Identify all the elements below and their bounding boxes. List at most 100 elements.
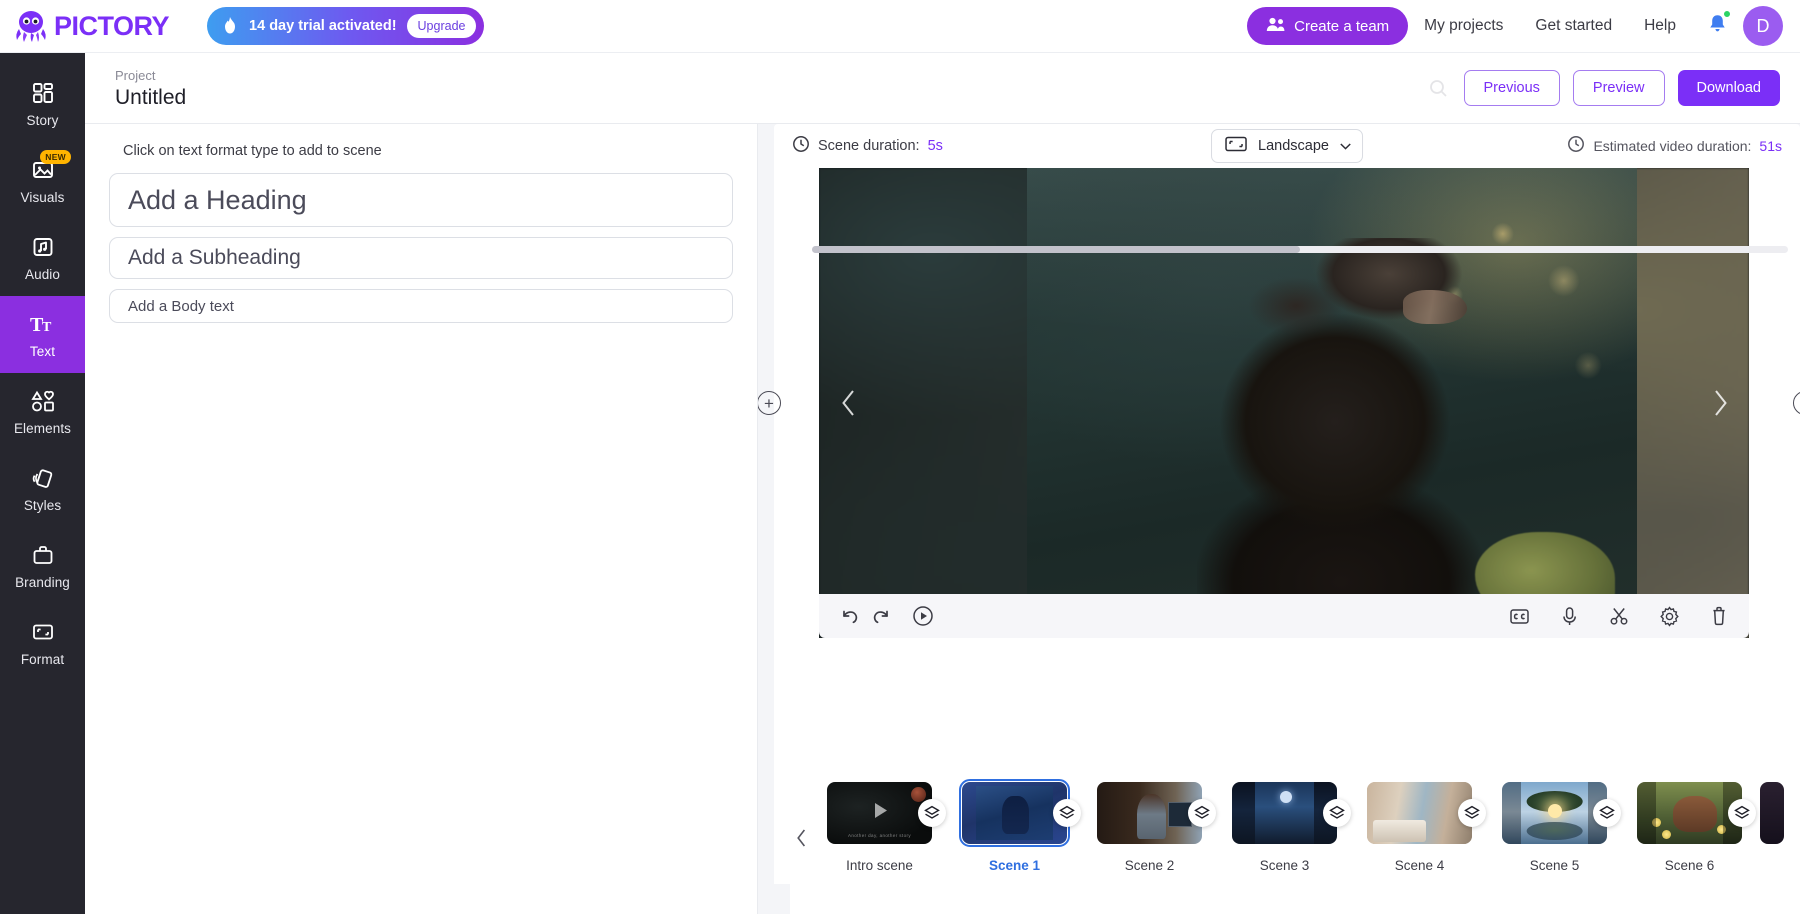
scene-thumbnail[interactable] — [1502, 782, 1607, 844]
crop-icon — [30, 619, 56, 645]
nav-get-started[interactable]: Get started — [1519, 17, 1628, 35]
people-icon — [1266, 17, 1285, 36]
scene-label: Scene 4 — [1395, 858, 1445, 873]
video-canvas[interactable] — [819, 168, 1749, 638]
timeline-scene-intro[interactable]: Another day, another story Intro scene — [812, 778, 947, 873]
add-scene-before-button[interactable]: + — [758, 391, 781, 415]
gear-icon[interactable] — [1653, 600, 1685, 632]
canvas-scene-image — [1027, 168, 1637, 638]
bear-subject — [1197, 238, 1497, 638]
intro-logo-badge — [911, 787, 926, 802]
timeline-scene-3[interactable]: Scene 3 — [1217, 778, 1352, 873]
project-title[interactable]: Untitled — [115, 86, 186, 110]
timeline-scene-4[interactable]: Scene 4 — [1352, 778, 1487, 873]
add-transition-button[interactable] — [1053, 799, 1081, 827]
search-icon[interactable] — [1429, 79, 1448, 98]
add-transition-button[interactable] — [918, 799, 946, 827]
canvas-previous-scene-arrow[interactable] — [831, 386, 865, 420]
create-team-button[interactable]: Create a team — [1247, 7, 1408, 45]
scene-timeline: Another day, another story Intro scene — [790, 778, 1800, 914]
timeline-scrollbar-thumb[interactable] — [812, 246, 1300, 253]
timeline-scene-6[interactable]: Scene 6 — [1622, 778, 1757, 873]
canvas-next-scene-arrow[interactable] — [1703, 386, 1737, 420]
scene-thumbnail[interactable] — [1232, 782, 1337, 844]
add-transition-button[interactable] — [1593, 799, 1621, 827]
timeline-scene-5[interactable]: Scene 5 — [1487, 778, 1622, 873]
scene-thumbnail[interactable] — [1097, 782, 1202, 844]
scene-label: Scene 1 — [989, 858, 1040, 873]
timeline-scene-1[interactable]: Scene 1 — [947, 778, 1082, 873]
clock-icon — [792, 135, 810, 158]
timeline-scene-2[interactable]: Scene 2 — [1082, 778, 1217, 873]
sidebar-label-styles: Styles — [24, 498, 61, 513]
timeline-scrollbar[interactable] — [812, 246, 1788, 253]
previous-button[interactable]: Previous — [1464, 70, 1560, 106]
preview-button[interactable]: Preview — [1573, 70, 1665, 106]
scene-art-moon — [1280, 791, 1292, 803]
scene-thumbnail[interactable] — [1637, 782, 1742, 844]
download-button[interactable]: Download — [1678, 70, 1781, 106]
upgrade-button[interactable]: Upgrade — [407, 14, 477, 38]
project-kicker: Project — [115, 66, 186, 86]
text-format-panel: Click on text format type to add to scen… — [85, 124, 758, 914]
sidebar-label-elements: Elements — [14, 421, 71, 436]
add-transition-button[interactable] — [1323, 799, 1351, 827]
thumb-row — [1097, 778, 1202, 848]
aspect-ratio-select[interactable]: Landscape — [1211, 129, 1363, 163]
thumb-letterbox-left — [1637, 782, 1656, 844]
add-transition-button[interactable] — [1728, 799, 1756, 827]
scissors-icon[interactable] — [1603, 600, 1635, 632]
sidebar-item-branding[interactable]: Branding — [0, 527, 85, 604]
bear-snout — [1403, 290, 1467, 324]
trial-banner[interactable]: 14 day trial activated! Upgrade — [207, 7, 484, 45]
text-icon: T T — [30, 311, 56, 337]
play-icon[interactable] — [907, 600, 939, 632]
trash-icon[interactable] — [1703, 600, 1735, 632]
project-actions: Previous Preview Download — [1429, 70, 1800, 106]
canvas-pane: Scene duration: 5s Landscape — [774, 124, 1800, 884]
sidebar-item-visuals[interactable]: NEW Visuals — [0, 142, 85, 219]
scene-label: Intro scene — [846, 858, 913, 873]
sidebar-item-story[interactable]: Story — [0, 65, 85, 142]
clock-icon-estimated — [1567, 135, 1585, 158]
add-transition-button[interactable] — [1458, 799, 1486, 827]
captions-icon[interactable] — [1503, 600, 1535, 632]
add-scene-after-button[interactable]: + — [1793, 391, 1800, 415]
timeline-prev-arrow[interactable] — [790, 788, 812, 888]
undo-icon[interactable] — [833, 600, 865, 632]
add-subheading-button[interactable]: Add a Subheading — [109, 237, 733, 279]
add-heading-button[interactable]: Add a Heading — [109, 173, 733, 227]
styles-icon — [30, 465, 56, 491]
grid-icon — [30, 80, 56, 106]
sidebar-item-elements[interactable]: Elements — [0, 373, 85, 450]
user-avatar[interactable]: D — [1743, 6, 1783, 46]
scene-thumbnail[interactable] — [962, 782, 1067, 844]
thumb-row — [962, 778, 1067, 848]
timeline-next-arrow[interactable] — [1794, 788, 1800, 888]
sidebar-item-text[interactable]: T T Text — [0, 296, 85, 373]
add-transition-button[interactable] — [1188, 799, 1216, 827]
sidebar-item-audio[interactable]: Audio — [0, 219, 85, 296]
stage-wrapper: + + — [774, 168, 1800, 638]
sidebar-item-styles[interactable]: Styles — [0, 450, 85, 527]
brand-name: PICTORY — [54, 11, 169, 42]
nav-help[interactable]: Help — [1628, 17, 1692, 35]
redo-icon[interactable] — [865, 600, 897, 632]
timeline-scroller[interactable]: Another day, another story Intro scene — [812, 778, 1794, 898]
sidebar-item-format[interactable]: Format — [0, 604, 85, 681]
scene-thumbnail[interactable] — [1760, 782, 1784, 844]
scene-thumbnail[interactable] — [1367, 782, 1472, 844]
thumb-letterbox-left — [1502, 782, 1521, 844]
thumb-row — [1232, 778, 1337, 848]
add-body-text-button[interactable]: Add a Body text — [109, 289, 733, 323]
scene-art-sun — [1548, 804, 1562, 818]
timeline-scene-next-partial[interactable] — [1757, 778, 1787, 858]
nav-my-projects[interactable]: My projects — [1408, 17, 1519, 35]
scene-label: Scene 3 — [1260, 858, 1310, 873]
scene-thumbnail[interactable]: Another day, another story — [827, 782, 932, 844]
notifications-button[interactable] — [1692, 14, 1741, 39]
microphone-icon[interactable] — [1553, 600, 1585, 632]
pictory-logo[interactable]: PICTORY ™ — [12, 9, 169, 43]
play-icon-overlay — [869, 800, 891, 827]
estimated-duration-label: Estimated video duration: — [1593, 138, 1751, 154]
